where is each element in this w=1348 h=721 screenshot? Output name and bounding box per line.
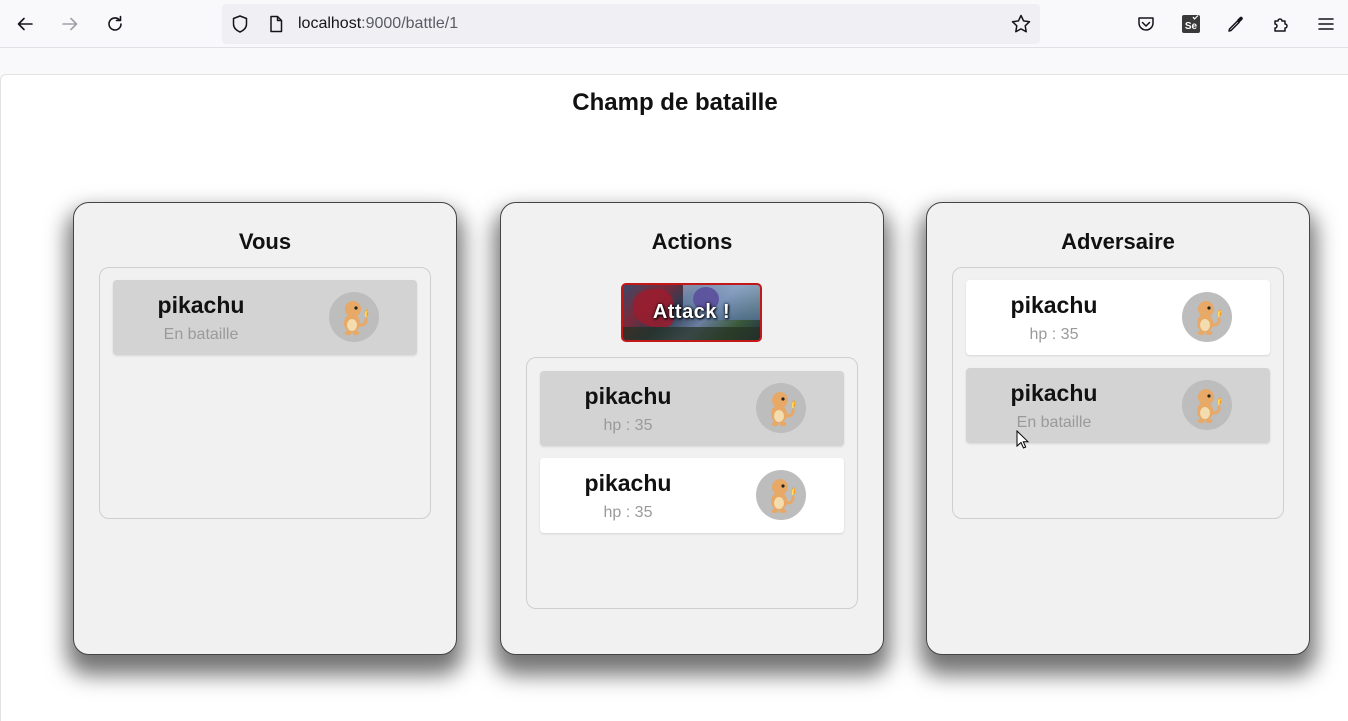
page-icon[interactable]	[266, 14, 286, 34]
selenium-icon: Se	[1182, 15, 1200, 33]
eyedropper-icon	[1228, 16, 1243, 32]
forward-button[interactable]	[54, 8, 86, 40]
url-path: :9000/battle/1	[361, 15, 459, 32]
extensions-button[interactable]	[1265, 8, 1297, 40]
charmander-icon	[329, 292, 379, 342]
url-host: localhost	[298, 15, 362, 32]
eyedropper-button[interactable]	[1220, 8, 1252, 40]
arrow-right-icon	[62, 17, 78, 31]
browser-toolbar: localhost:9000/battle/1 Se	[0, 0, 1348, 48]
pokemon-status: En bataille	[1016, 414, 1092, 431]
panel-title-actions: Actions	[651, 229, 733, 254]
pocket-button[interactable]	[1130, 8, 1162, 40]
star-icon[interactable]	[1010, 13, 1032, 35]
pokemon-card[interactable]: pikachu hp : 35	[540, 371, 844, 446]
pokemon-name: pikachu	[584, 470, 672, 496]
address-bar[interactable]: localhost:9000/battle/1	[222, 4, 1040, 44]
page-content: Champ de bataille Vous pikachu En batail…	[0, 74, 1348, 721]
pokemon-card[interactable]: pikachu En bataille	[113, 280, 417, 355]
panel-title-opponent: Adversaire	[1061, 229, 1175, 254]
pokemon-card[interactable]: pikachu hp : 35	[540, 458, 844, 533]
actions-pokemon-list: pikachu hp : 35 pikachu hp : 35	[526, 357, 858, 609]
pokemon-name: pikachu	[1010, 380, 1098, 406]
puzzle-icon	[1274, 18, 1288, 32]
page-title: Champ de bataille	[572, 89, 778, 116]
url-text[interactable]: localhost:9000/battle/1	[298, 15, 458, 33]
arrow-left-icon	[17, 17, 33, 31]
opponent-team-list: pikachu hp : 35 pikachu En bataille	[952, 267, 1284, 519]
reload-icon	[108, 15, 122, 31]
pocket-icon	[1138, 17, 1154, 31]
menu-button[interactable]	[1310, 8, 1342, 40]
charmander-icon	[756, 470, 806, 520]
pokemon-card[interactable]: pikachu hp : 35	[966, 280, 1270, 355]
panel-you: Vous pikachu En bataille	[73, 202, 457, 655]
charmander-icon	[1182, 380, 1232, 430]
shield-icon[interactable]	[230, 14, 250, 34]
pokemon-card[interactable]: pikachu En bataille	[966, 368, 1270, 443]
mouse-cursor-icon	[1016, 430, 1030, 449]
pokemon-name: pikachu	[584, 383, 672, 409]
svg-text:Se: Se	[1185, 21, 1198, 32]
pokemon-hp: hp : 35	[1029, 326, 1079, 343]
attack-button-label: Attack !	[652, 301, 731, 323]
hamburger-menu-icon	[1318, 18, 1334, 30]
selenium-button[interactable]: Se	[1175, 8, 1207, 40]
charmander-icon	[1182, 292, 1232, 342]
panel-actions: Actions Attack ! pikachu hp : 35 pikachu…	[500, 202, 884, 655]
pokemon-name: pikachu	[157, 292, 245, 318]
panel-title-you: Vous	[238, 229, 292, 254]
pokemon-hp: hp : 35	[603, 417, 653, 434]
you-team-list: pikachu En bataille	[99, 267, 431, 519]
charmander-icon	[756, 383, 806, 433]
pokemon-hp: hp : 35	[603, 504, 653, 521]
attack-button[interactable]: Attack !	[621, 283, 762, 342]
pokemon-name: pikachu	[1010, 292, 1098, 318]
panel-opponent: Adversaire pikachu hp : 35 pikachu En ba…	[926, 202, 1310, 655]
reload-button[interactable]	[99, 8, 131, 40]
pokemon-status: En bataille	[163, 326, 239, 343]
back-button[interactable]	[9, 8, 41, 40]
